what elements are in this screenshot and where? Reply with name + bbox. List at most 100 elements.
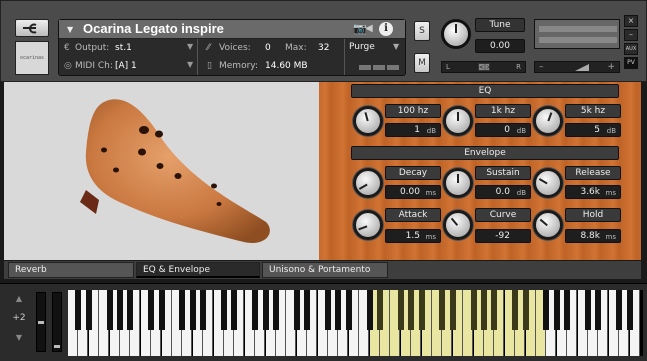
black-key[interactable] (200, 290, 207, 330)
black-key[interactable] (117, 290, 123, 330)
dropdown-arrow-icon[interactable]: ▼ (67, 25, 73, 34)
eq-100hz-knob[interactable] (353, 106, 383, 136)
black-key[interactable] (418, 290, 425, 330)
output-value[interactable]: st.1 (115, 43, 132, 53)
volume-minus-icon: – (539, 62, 544, 72)
eq-5khz-value[interactable]: 5 dB (565, 123, 621, 137)
eq-5khz-knob[interactable] (533, 106, 563, 136)
black-key[interactable] (345, 290, 352, 330)
black-key[interactable] (127, 290, 134, 330)
tune-value[interactable]: 0.00 (475, 39, 525, 53)
sustain-knob[interactable] (443, 168, 473, 198)
eq-100hz-value[interactable]: 1 dB (385, 123, 441, 137)
mute-button[interactable]: M (414, 53, 430, 73)
black-key[interactable] (158, 290, 165, 330)
black-key[interactable] (470, 290, 477, 330)
instrument-logo[interactable]: ocarinas (15, 41, 49, 75)
mod-wheel[interactable] (52, 292, 62, 352)
pitch-wheel[interactable] (36, 292, 46, 352)
black-key[interactable] (543, 290, 550, 330)
purge-button[interactable]: Purge (349, 42, 375, 52)
black-key[interactable] (491, 290, 498, 330)
black-key[interactable] (293, 290, 300, 330)
octave-down-icon[interactable]: ▼ (6, 333, 32, 342)
volume-slider[interactable]: – + (534, 61, 620, 73)
eq-1khz-value[interactable]: 0 dB (475, 123, 531, 137)
black-key[interactable] (273, 290, 279, 330)
pv-button[interactable]: PV (624, 57, 638, 69)
black-key[interactable] (512, 290, 519, 330)
black-key[interactable] (553, 290, 560, 330)
info-icon[interactable]: i (379, 22, 393, 36)
black-key[interactable] (626, 290, 633, 330)
instrument-image (4, 82, 319, 260)
black-key[interactable] (262, 290, 269, 330)
aux-button[interactable]: AUX (624, 43, 638, 55)
octave-up-icon[interactable]: ▲ (6, 294, 32, 303)
octave-control[interactable]: ▲ +2 ▼ (6, 294, 32, 352)
black-key[interactable] (522, 290, 529, 330)
black-key[interactable] (408, 290, 415, 330)
release-value[interactable]: 3.6k ms (565, 185, 621, 199)
main-panel: EQ 100 hz 1 dB 1k hz 0 dB 5k hz 5 dB Envelo… (4, 82, 641, 260)
black-key[interactable] (564, 290, 571, 330)
pan-handle[interactable]: <|> (478, 63, 491, 71)
output-dropdown-icon[interactable]: ▼ (187, 42, 193, 51)
memory-label: Memory: (219, 61, 258, 71)
black-key[interactable] (106, 290, 113, 330)
piano-keyboard[interactable] (68, 290, 643, 356)
black-key[interactable] (481, 290, 487, 330)
black-key[interactable] (335, 290, 342, 330)
black-key[interactable] (585, 290, 591, 330)
envelope-section-header: Envelope (351, 146, 619, 160)
attack-knob[interactable] (353, 210, 383, 240)
tab-unisono-portamento[interactable]: Unisono & Portamento (262, 262, 388, 278)
black-key[interactable] (189, 290, 196, 330)
max-voices-value[interactable]: 32 (318, 43, 329, 53)
tab-eq-envelope[interactable]: EQ & Envelope (136, 262, 260, 278)
black-key[interactable] (397, 290, 404, 330)
hold-label: Hold (565, 208, 621, 222)
instrument-name[interactable]: Ocarina Legato inspire (83, 21, 224, 36)
eq-1khz-knob[interactable] (443, 106, 473, 136)
curve-knob[interactable] (443, 210, 473, 240)
black-key[interactable] (325, 290, 331, 330)
black-key[interactable] (439, 290, 446, 330)
black-key[interactable] (148, 290, 155, 330)
close-icon[interactable]: × (624, 15, 638, 27)
midi-value[interactable]: [A] 1 (115, 61, 137, 71)
wrench-icon[interactable] (15, 19, 49, 37)
black-key[interactable] (595, 290, 602, 330)
activity-bars (359, 63, 401, 73)
purge-dropdown-icon[interactable]: ▼ (393, 42, 399, 51)
black-key[interactable] (377, 290, 383, 330)
tab-reverb[interactable]: Reverb (8, 262, 134, 278)
black-key[interactable] (75, 290, 82, 330)
sustain-value[interactable]: 0.0 dB (475, 185, 531, 199)
solo-button[interactable]: S (414, 21, 430, 41)
decay-knob[interactable] (353, 168, 383, 198)
tune-knob[interactable] (441, 19, 471, 49)
black-key[interactable] (252, 290, 259, 330)
black-key[interactable] (221, 290, 227, 330)
curve-value[interactable]: -92 (475, 229, 531, 243)
black-key[interactable] (449, 290, 456, 330)
pan-slider[interactable]: L <|> R (441, 61, 526, 73)
black-key[interactable] (304, 290, 311, 330)
pan-left-label: L (446, 63, 450, 71)
hold-knob[interactable] (533, 210, 563, 240)
camera-icon[interactable]: 📷 (353, 22, 367, 35)
hold-value[interactable]: 8.8k ms (565, 229, 621, 243)
divider (197, 39, 198, 75)
black-key[interactable] (366, 290, 373, 330)
black-key[interactable] (616, 290, 623, 330)
decay-value[interactable]: 0.00 ms (385, 185, 441, 199)
release-knob[interactable] (533, 168, 563, 198)
black-key[interactable] (85, 290, 92, 330)
midi-dropdown-icon[interactable]: ▼ (187, 60, 193, 69)
volume-handle[interactable] (575, 64, 589, 71)
attack-value[interactable]: 1.5 ms (385, 229, 441, 243)
black-key[interactable] (231, 290, 238, 330)
black-key[interactable] (179, 290, 186, 330)
minimize-icon[interactable]: – (624, 29, 638, 41)
